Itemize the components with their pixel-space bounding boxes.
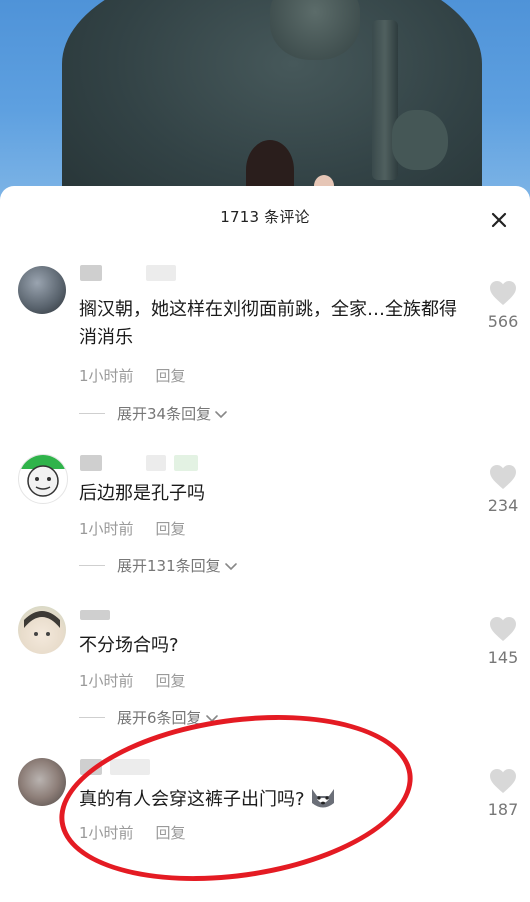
avatar[interactable] xyxy=(18,758,66,806)
comment-meta: 1小时前 回复 xyxy=(79,822,186,843)
comment-text: 后边那是孔子吗 xyxy=(79,483,205,504)
avatar[interactable] xyxy=(18,454,68,504)
like-count: 145 xyxy=(487,648,519,667)
expand-replies-button[interactable]: 展开34条回复 xyxy=(79,403,229,424)
chevron-down-icon xyxy=(224,562,237,570)
comment-text: 真的有人会穿这裤子出门吗? xyxy=(79,785,469,814)
comment-meta: 1小时前 回复 xyxy=(79,365,186,386)
heart-icon xyxy=(490,769,516,793)
divider xyxy=(79,717,105,718)
comment-item: 不分场合吗? 1小时前 回复 展开6条回复 145 xyxy=(0,604,530,734)
comment-time: 1小时前 xyxy=(79,367,134,385)
avatar[interactable] xyxy=(18,606,66,654)
comment-time: 1小时前 xyxy=(79,824,134,842)
like-count: 187 xyxy=(487,800,519,819)
reply-button[interactable]: 回复 xyxy=(156,365,186,386)
dog-emoji-icon xyxy=(309,785,337,811)
chevron-down-icon xyxy=(215,410,227,418)
comment-item: 后边那是孔子吗 1小时前 回复 展开131条回复 234 xyxy=(0,452,530,592)
username[interactable] xyxy=(80,606,110,624)
reply-button[interactable]: 回复 xyxy=(156,518,186,539)
statue-hand xyxy=(392,110,448,170)
expand-replies-label: 展开34条回复 xyxy=(117,405,212,423)
comment-text: 搁汉朝，她这样在刘彻面前跳，全家…全族都得消消乐 xyxy=(79,299,457,348)
avatar[interactable] xyxy=(18,266,66,314)
reply-button[interactable]: 回复 xyxy=(156,822,186,843)
username[interactable] xyxy=(80,454,198,472)
heart-icon xyxy=(490,465,516,489)
comment-time: 1小时前 xyxy=(79,672,134,690)
comment-item: 搁汉朝，她这样在刘彻面前跳，全家…全族都得消消乐 1小时前 回复 展开34条回复… xyxy=(0,262,530,432)
comment-meta: 1小时前 回复 xyxy=(79,670,186,691)
comment-time: 1小时前 xyxy=(79,520,134,538)
video-background xyxy=(0,0,530,200)
expand-replies-button[interactable]: 展开131条回复 xyxy=(79,555,239,576)
like-count: 566 xyxy=(487,312,519,331)
close-button[interactable] xyxy=(488,209,510,231)
chevron-down-icon xyxy=(205,714,218,722)
like-button[interactable]: 234 xyxy=(482,464,524,515)
reply-button[interactable]: 回复 xyxy=(156,670,186,691)
close-icon xyxy=(491,212,507,228)
comment-text-content: 真的有人会穿这裤子出门吗? xyxy=(79,789,305,810)
divider xyxy=(79,413,105,414)
heart-icon xyxy=(490,617,516,641)
expand-replies-label: 展开6条回复 xyxy=(117,709,202,727)
like-button[interactable]: 145 xyxy=(482,616,524,667)
like-count: 234 xyxy=(487,496,519,515)
divider xyxy=(79,565,105,566)
like-button[interactable]: 566 xyxy=(482,280,524,331)
expand-replies-label: 展开131条回复 xyxy=(117,557,221,575)
username[interactable] xyxy=(80,758,150,776)
expand-replies-button[interactable]: 展开6条回复 xyxy=(79,707,220,728)
comment-item: 真的有人会穿这裤子出门吗? 1小时前 回复 187 xyxy=(0,756,530,848)
heart-icon xyxy=(490,281,516,305)
comment-count-title: 1713 条评论 xyxy=(220,208,310,226)
like-button[interactable]: 187 xyxy=(482,768,524,819)
comment-meta: 1小时前 回复 xyxy=(79,518,186,539)
username[interactable] xyxy=(80,264,176,282)
comment-text: 不分场合吗? xyxy=(79,635,179,656)
